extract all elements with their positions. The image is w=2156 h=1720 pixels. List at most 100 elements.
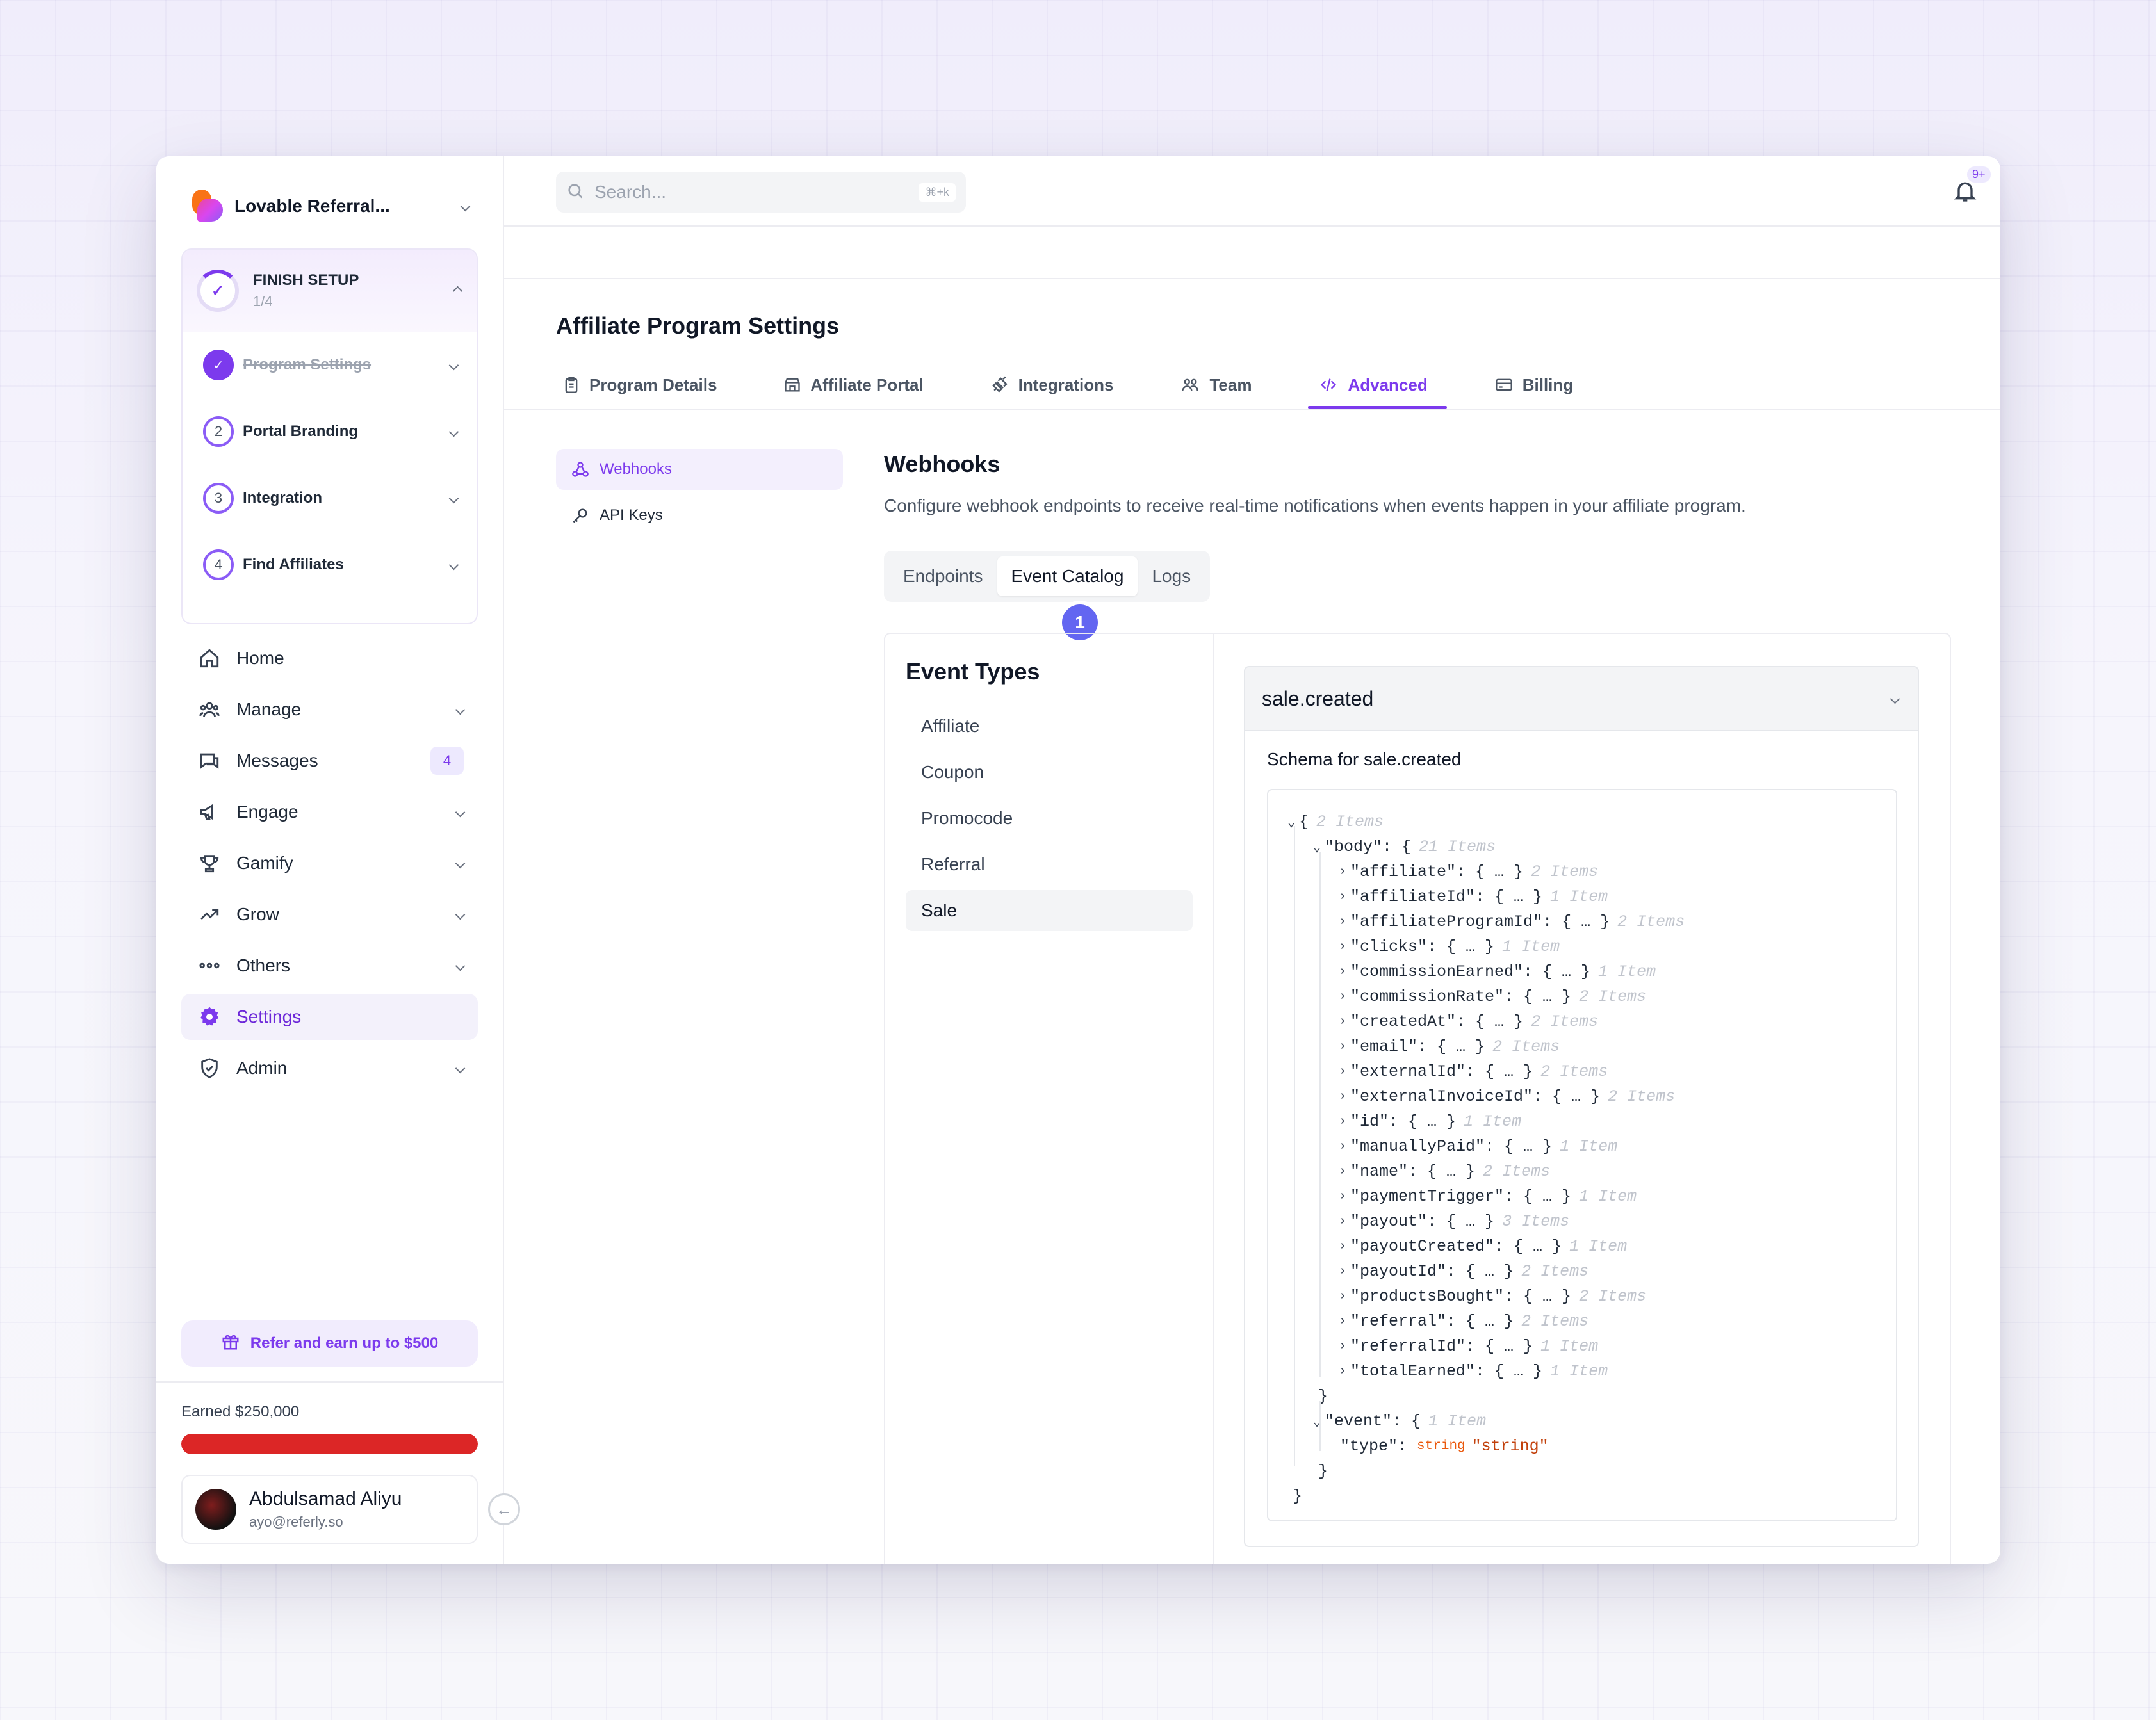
refer-earn-button[interactable]: Refer and earn up to $500: [181, 1320, 478, 1367]
json-field-row[interactable]: › "commissionRate": { … } 2 Items: [1287, 984, 1896, 1009]
subnav-api-keys[interactable]: API Keys: [556, 495, 843, 536]
nav-item-gamify[interactable]: Gamify: [181, 840, 478, 886]
nav-item-manage[interactable]: Manage: [181, 686, 478, 733]
json-meta: 2 Items: [1521, 1262, 1589, 1281]
collapse-sidebar-button[interactable]: ←: [488, 1493, 520, 1525]
json-field-row[interactable]: › "id": { … } 1 Item: [1287, 1109, 1896, 1134]
nav-label: Home: [236, 648, 284, 668]
json-schema-viewer: ⌄{2 Items ⌄ "body": {21 Items › "affiliate…: [1267, 789, 1897, 1521]
nav-item-messages[interactable]: Messages 4: [181, 738, 478, 784]
caret-right-icon: ›: [1339, 1189, 1347, 1204]
json-root-close: }: [1293, 1487, 1303, 1505]
json-field-row[interactable]: › "email": { … } 2 Items: [1287, 1034, 1896, 1059]
json-field-row[interactable]: › "referralId": { … } 1 Item: [1287, 1334, 1896, 1359]
finish-setup-header[interactable]: ✓ FINISH SETUP 1/4: [183, 250, 477, 332]
event-type-referral[interactable]: Referral: [906, 844, 1193, 885]
event-accordion-header[interactable]: sale.created: [1245, 667, 1918, 731]
json-body-line[interactable]: ⌄ "body": {21 Items: [1287, 834, 1896, 859]
json-field-row[interactable]: › "affiliateProgramId": { … } 2 Items: [1287, 909, 1896, 934]
setup-step-integration[interactable]: 3 Integration: [183, 465, 477, 531]
event-accordion: sale.created Schema for sale.created ⌄{2…: [1244, 666, 1919, 1547]
json-field-row[interactable]: › "paymentTrigger": { … } 1 Item: [1287, 1184, 1896, 1209]
json-root-line[interactable]: ⌄{2 Items: [1287, 809, 1896, 834]
double-check-icon: ✓: [211, 282, 225, 300]
event-catalog-panel: Event Types Affiliate Coupon Promocode R…: [884, 633, 1951, 1564]
json-field-row[interactable]: › "totalEarned": { … } 1 Item: [1287, 1359, 1896, 1384]
nav-item-settings[interactable]: Settings: [181, 994, 478, 1040]
setup-progress: 1/4: [253, 293, 273, 309]
nav-item-grow[interactable]: Grow: [181, 891, 478, 937]
tab-label: Billing: [1522, 375, 1574, 394]
json-key: "productsBought": [1350, 1287, 1505, 1306]
segment-event-catalog[interactable]: Event Catalog: [997, 556, 1138, 596]
setup-step-program-settings[interactable]: ✓ Program Settings: [183, 332, 477, 398]
tab-affiliate-portal[interactable]: Affiliate Portal: [777, 361, 929, 409]
json-value: "string": [1471, 1437, 1549, 1456]
webhooks-description: Configure webhook endpoints to receive r…: [884, 496, 1746, 515]
trending-up-icon: [197, 902, 222, 927]
tree-guide: [1319, 1401, 1321, 1451]
json-meta: 1 Item: [1598, 962, 1656, 981]
json-field-row[interactable]: › "manuallyPaid": { … } 1 Item: [1287, 1134, 1896, 1159]
json-key: "externalId": [1350, 1062, 1466, 1081]
json-field-row[interactable]: › "referral": { … } 2 Items: [1287, 1309, 1896, 1334]
sidebar: Lovable Referral... ✓ FINISH SETUP 1/4 ✓…: [156, 156, 504, 1564]
workspace-switcher[interactable]: Lovable Referral...: [191, 185, 471, 227]
chevron-up-icon: [452, 286, 463, 296]
setup-step-label: Program Settings: [243, 356, 372, 373]
tab-billing[interactable]: Billing: [1488, 361, 1580, 409]
tab-advanced[interactable]: Advanced: [1308, 361, 1448, 409]
nav-item-home[interactable]: Home: [181, 635, 478, 681]
chevron-down-icon: [455, 909, 466, 920]
event-type-sale[interactable]: Sale: [906, 890, 1193, 931]
json-field-row[interactable]: › "payout": { … } 3 Items: [1287, 1209, 1896, 1234]
credit-card-icon: [1494, 376, 1514, 394]
avatar: [195, 1489, 236, 1530]
json-key: "manuallyPaid": [1350, 1137, 1485, 1156]
main-nav: Home Manage Messages 4 Engage Gamify Gro…: [181, 635, 478, 1096]
json-key: "totalEarned": [1350, 1362, 1476, 1381]
json-field-row[interactable]: › "createdAt": { … } 2 Items: [1287, 1009, 1896, 1034]
user-profile-card[interactable]: Abdulsamad Aliyu ayo@referly.so: [181, 1475, 478, 1544]
event-type-affiliate[interactable]: Affiliate: [906, 706, 1193, 747]
tab-integrations[interactable]: Integrations: [984, 361, 1120, 409]
caret-right-icon: ›: [1339, 964, 1347, 979]
more-dots-icon: [197, 953, 222, 978]
event-type-promocode[interactable]: Promocode: [906, 798, 1193, 839]
search-input[interactable]: Search... ⌘+k: [556, 172, 966, 213]
tab-program-details[interactable]: Program Details: [556, 361, 723, 409]
subnav-label: Webhooks: [600, 460, 672, 478]
segment-logs[interactable]: Logs: [1138, 556, 1205, 596]
event-type-coupon[interactable]: Coupon: [906, 752, 1193, 793]
gear-icon: [197, 1004, 222, 1030]
json-field-row[interactable]: › "affiliateId": { … } 1 Item: [1287, 884, 1896, 909]
json-field-row[interactable]: › "payoutCreated": { … } 1 Item: [1287, 1234, 1896, 1259]
segment-endpoints[interactable]: Endpoints: [889, 556, 997, 596]
json-field-row[interactable]: › "commissionEarned": { … } 1 Item: [1287, 959, 1896, 984]
nav-item-others[interactable]: Others: [181, 943, 478, 989]
chevron-down-icon: [455, 858, 466, 868]
json-field-row[interactable]: › "affiliate": { … } 2 Items: [1287, 859, 1896, 884]
json-field-row[interactable]: › "payoutId": { … } 2 Items: [1287, 1259, 1896, 1284]
json-field-row[interactable]: › "productsBought": { … } 2 Items: [1287, 1284, 1896, 1309]
caret-right-icon: ›: [1339, 1139, 1347, 1154]
json-key: "type": [1340, 1437, 1398, 1456]
json-field-row[interactable]: › "name": { … } 2 Items: [1287, 1159, 1896, 1184]
notifications-badge: 9+: [1967, 166, 1991, 183]
json-field-row[interactable]: › "externalId": { … } 2 Items: [1287, 1059, 1896, 1084]
nav-item-admin[interactable]: Admin: [181, 1045, 478, 1091]
secondary-bar: [504, 227, 2000, 279]
json-field-row[interactable]: › "externalInvoiceId": { … } 2 Items: [1287, 1084, 1896, 1109]
setup-step-find-affiliates[interactable]: 4 Find Affiliates: [183, 531, 477, 598]
subnav-webhooks[interactable]: Webhooks: [556, 449, 843, 490]
json-event-line[interactable]: ⌄ "event": {1 Item: [1287, 1409, 1896, 1434]
tab-team[interactable]: Team: [1173, 361, 1258, 409]
caret-right-icon: ›: [1339, 1114, 1347, 1129]
chevron-down-icon: [460, 201, 471, 211]
caret-right-icon: ›: [1339, 1214, 1347, 1229]
json-key: "externalInvoiceId": [1350, 1087, 1533, 1106]
json-field-row[interactable]: › "clicks": { … } 1 Item: [1287, 934, 1896, 959]
nav-item-engage[interactable]: Engage: [181, 789, 478, 835]
json-meta: 21 Items: [1419, 838, 1496, 856]
setup-step-portal-branding[interactable]: 2 Portal Branding: [183, 398, 477, 465]
